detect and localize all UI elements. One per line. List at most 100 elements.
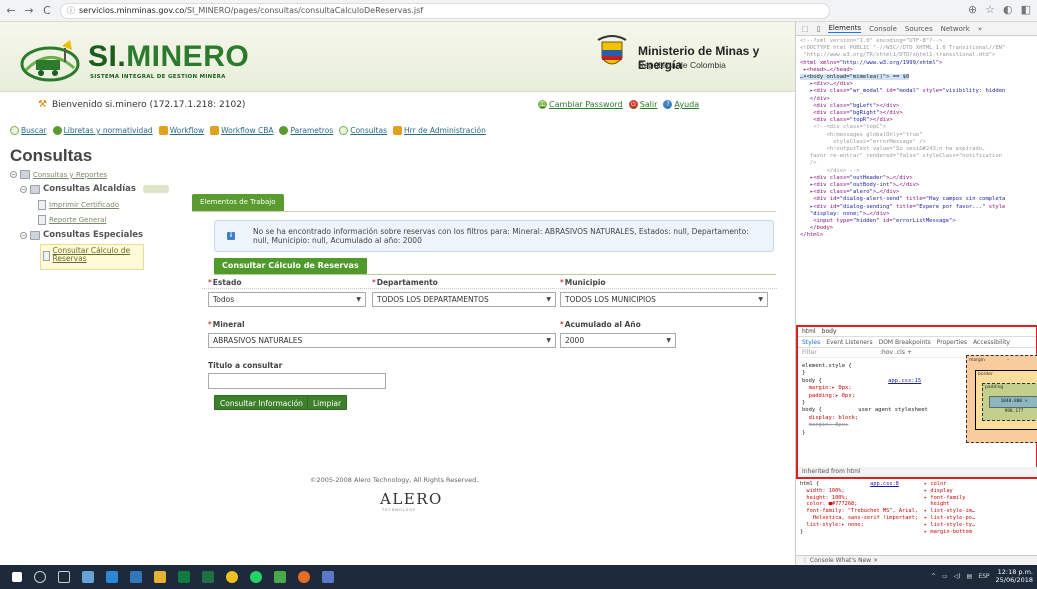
tray-chevron-icon[interactable]: ^ bbox=[931, 573, 936, 580]
info-icon[interactable]: ⓘ bbox=[67, 5, 75, 16]
municipio-select[interactable]: TODOS LOS MUNICIPIOS ▼ bbox=[560, 292, 768, 307]
consultar-button[interactable]: Consultar Información bbox=[214, 395, 309, 410]
devtools-panel: ⬚ ▯ Elements Console Sources Network » <… bbox=[795, 22, 1037, 565]
footer-logo: ALERO bbox=[380, 490, 443, 508]
menu-consultas[interactable]: Consultas bbox=[339, 126, 387, 135]
tab-accessibility[interactable]: Accessibility bbox=[973, 339, 1010, 346]
collapse-icon[interactable]: − bbox=[20, 185, 27, 193]
logo-title: SI.MINERO bbox=[88, 40, 250, 73]
menu-parametros[interactable]: Parametros bbox=[279, 126, 333, 135]
acumulado-select[interactable]: 2000 ▼ bbox=[560, 333, 676, 348]
app-icon[interactable] bbox=[322, 571, 334, 583]
tab-elements[interactable]: Elements bbox=[828, 24, 862, 33]
account-links: ⚿ Cambiar Password ⏻ Salir ? Ayuda bbox=[538, 100, 699, 109]
limpiar-button[interactable]: Limpiar bbox=[307, 395, 348, 410]
tab-console[interactable]: Console bbox=[869, 25, 897, 33]
edge-icon[interactable] bbox=[130, 571, 142, 583]
dropdown-arrow-icon: ▼ bbox=[546, 296, 551, 303]
page-viewport: SI.MINERO SISTEMA INTEGRAL DE GESTION MI… bbox=[0, 22, 795, 565]
network-icon[interactable]: ▭ bbox=[942, 573, 948, 580]
app-icon[interactable] bbox=[106, 571, 118, 583]
whatsapp-icon[interactable] bbox=[250, 571, 262, 583]
extension-icon[interactable]: ◐ bbox=[1003, 3, 1013, 16]
zoom-icon[interactable]: ⊕ bbox=[968, 3, 977, 16]
extension-icon-2[interactable]: ◧ bbox=[1021, 3, 1031, 16]
firefox-icon[interactable] bbox=[298, 571, 310, 583]
tab-styles[interactable]: Styles bbox=[802, 339, 820, 346]
volume-icon[interactable]: ◁) bbox=[954, 573, 961, 580]
menu-administracion[interactable]: Hrr de Administración bbox=[393, 126, 486, 135]
tab-elementos-trabajo[interactable]: Elementos de Trabajo bbox=[192, 194, 284, 211]
file-explorer-icon[interactable] bbox=[154, 571, 166, 583]
workflow-icon bbox=[393, 126, 403, 135]
more-tabs-icon[interactable]: » bbox=[978, 25, 982, 33]
workflow-icon bbox=[158, 126, 168, 135]
excel-icon[interactable] bbox=[202, 571, 214, 583]
form-separator bbox=[202, 288, 777, 289]
info-message: No se ha encontrado información sobre re… bbox=[253, 227, 749, 245]
mineral-select[interactable]: ABRASIVOS NATURALES ▼ bbox=[208, 333, 556, 348]
titulo-input[interactable] bbox=[208, 373, 386, 389]
tab-dom-breakpoints[interactable]: DOM Breakpoints bbox=[879, 339, 931, 346]
app-icon[interactable] bbox=[178, 571, 190, 583]
windows-taskbar: ^ ▭ ◁) ▤ ESP 12:18 p.m. 25/06/2018 bbox=[0, 565, 1037, 589]
welcome-bar: ⚒ Bienvenido si.minero (172.17.1.218: 21… bbox=[0, 96, 795, 114]
search-icon[interactable] bbox=[34, 571, 46, 583]
menu-workflow-cba[interactable]: Workflow CBA bbox=[210, 126, 273, 135]
dropdown-arrow-icon: ▼ bbox=[546, 337, 551, 344]
menu-buscar[interactable]: Buscar bbox=[10, 126, 47, 135]
folder-icon bbox=[30, 230, 40, 240]
breadcrumb-html[interactable]: html bbox=[802, 328, 816, 335]
clock[interactable]: 12:18 p.m. 25/06/2018 bbox=[996, 568, 1033, 584]
styles-subtabs: Styles Event Listeners DOM Breakpoints P… bbox=[798, 337, 1036, 348]
back-icon[interactable]: ← bbox=[4, 4, 18, 18]
chrome-icon[interactable] bbox=[226, 571, 238, 583]
tab-network[interactable]: Network bbox=[941, 25, 970, 33]
collapse-icon[interactable]: − bbox=[10, 171, 17, 178]
tree-root[interactable]: − Consultas y Reportes bbox=[10, 170, 107, 179]
app-icon[interactable] bbox=[82, 571, 94, 583]
css-rules[interactable]: element.style { } body { app.css:15 marg… bbox=[802, 363, 970, 437]
reload-icon[interactable]: C bbox=[40, 4, 54, 18]
tree-group-alcaldias[interactable]: − Consultas Alcaldías bbox=[20, 184, 169, 194]
departamento-select[interactable]: TODOS LOS DEPARTAMENTOS ▼ bbox=[372, 292, 556, 307]
help-icon: ? bbox=[663, 100, 673, 109]
app-icon[interactable] bbox=[274, 571, 286, 583]
logout-link[interactable]: ⏻ Salir bbox=[628, 100, 657, 109]
tab-properties[interactable]: Properties bbox=[937, 339, 967, 346]
keyboard-icon[interactable]: ▤ bbox=[967, 573, 973, 580]
tab-sources[interactable]: Sources bbox=[905, 25, 933, 33]
tree-group-especiales[interactable]: − Consultas Especiales bbox=[20, 230, 143, 240]
filter-toggles[interactable]: :hov .cls + bbox=[880, 348, 912, 358]
help-link[interactable]: ? Ayuda bbox=[663, 100, 699, 109]
devtools-drawer-tabs[interactable]: ⋮ Console What's New × bbox=[796, 555, 1037, 565]
language-indicator[interactable]: ESP bbox=[978, 573, 989, 580]
tab-event-listeners[interactable]: Event Listeners bbox=[826, 339, 872, 346]
menu-libretas[interactable]: Libretas y normatividad bbox=[52, 126, 153, 135]
breadcrumb-body[interactable]: body bbox=[822, 328, 837, 335]
system-tray: ^ ▭ ◁) ▤ ESP 12:18 p.m. 25/06/2018 bbox=[931, 568, 1033, 584]
forward-icon[interactable]: → bbox=[22, 4, 36, 18]
tree-item-reporte[interactable]: Reporte General bbox=[38, 215, 106, 225]
mine-cart-logo-icon bbox=[20, 40, 80, 82]
change-password-link[interactable]: ⚿ Cambiar Password bbox=[538, 100, 623, 109]
tab-divider bbox=[192, 211, 776, 212]
tree-badge bbox=[142, 185, 169, 193]
inherited-from-html: Inherited from html bbox=[798, 467, 1037, 477]
dom-tree[interactable]: <!--?xml version="1.0" encoding="UTF-8"?… bbox=[796, 36, 1037, 242]
task-view-icon[interactable] bbox=[58, 571, 70, 583]
bookmark-star-icon[interactable]: ☆ bbox=[985, 3, 995, 16]
devtools-tabs: ⬚ ▯ Elements Console Sources Network » bbox=[796, 22, 1037, 36]
tree-item-calculo-reservas[interactable]: Consultar Cálculo de Reservas bbox=[40, 244, 144, 270]
url-path: /SI_MINERO/pages/consultas/consultaCalcu… bbox=[184, 6, 424, 15]
estado-select[interactable]: Todos ▼ bbox=[208, 292, 366, 307]
windows-start-icon[interactable] bbox=[12, 572, 22, 582]
device-icon[interactable]: ▯ bbox=[817, 25, 821, 33]
site-header: SI.MINERO SISTEMA INTEGRAL DE GESTION MI… bbox=[0, 22, 795, 92]
menu-workflow[interactable]: Workflow bbox=[158, 126, 204, 135]
inspect-icon[interactable]: ⬚ bbox=[802, 25, 809, 33]
collapse-icon[interactable]: − bbox=[20, 231, 27, 239]
tree-item-certificado[interactable]: Imprimir Certificado bbox=[38, 200, 119, 210]
dropdown-arrow-icon: ▼ bbox=[666, 337, 671, 344]
address-bar[interactable]: ⓘ servicios.minminas.gov.co /SI_MINERO/p… bbox=[60, 2, 830, 19]
